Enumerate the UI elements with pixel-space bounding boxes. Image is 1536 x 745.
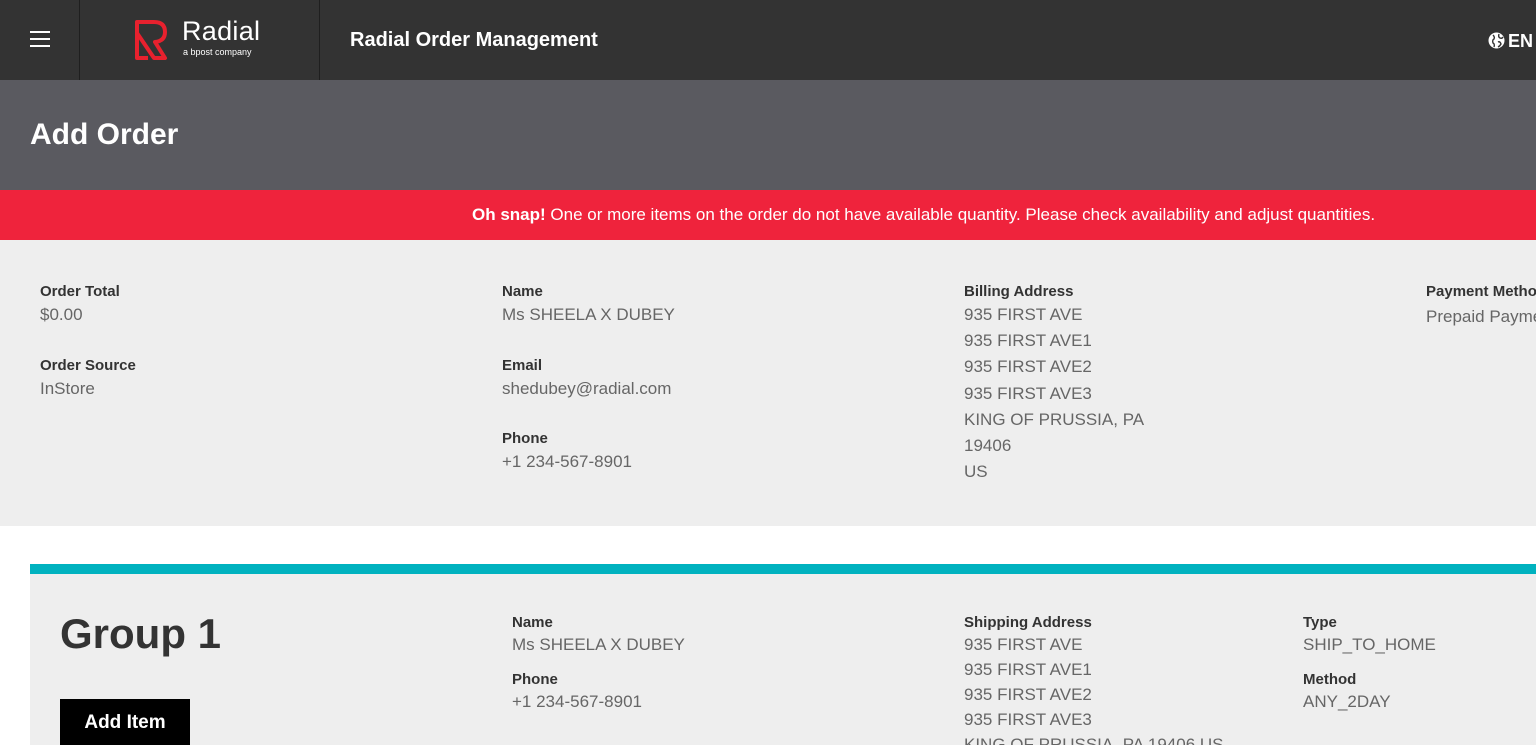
order-source-field: Order Source InStore xyxy=(40,356,136,402)
billing-address-field: Billing Address 935 FIRST AVE 935 FIRST … xyxy=(964,282,1144,485)
billing-address-line: 935 FIRST AVE xyxy=(964,305,1083,324)
order-source-value: InStore xyxy=(40,379,95,398)
shipping-type-label: Type xyxy=(1303,614,1337,631)
group-phone-value: +1 234-567-8901 xyxy=(512,692,642,711)
billing-address-line: KING OF PRUSSIA, PA xyxy=(964,409,1145,429)
page-header: Add Order xyxy=(0,80,1536,190)
group-phone-field: Phone +1 234-567-8901 xyxy=(512,671,642,714)
billing-address-line: 935 FIRST AVE2 xyxy=(964,357,1092,377)
top-navigation-bar: Radial a bpost company Radial Order Mana… xyxy=(0,0,1536,80)
brand-tagline: a bpost company xyxy=(183,47,252,57)
customer-phone-field: Phone +1 234-567-8901 xyxy=(502,429,632,475)
radial-logo-icon xyxy=(135,20,167,60)
payment-method-label: Payment Method xyxy=(1426,283,1536,300)
shipping-address-line: KING OF PRUSSIA, PA 19406 US xyxy=(964,735,1224,745)
shipping-address-line: 935 FIRST AVE1 xyxy=(964,660,1092,679)
menu-icon-bar-bottom xyxy=(30,45,50,47)
customer-name-value: Ms SHEELA X DUBEY xyxy=(502,305,675,324)
shipping-method-value: ANY_2DAY xyxy=(1303,692,1391,711)
customer-email-field: Email shedubey@radial.com xyxy=(502,356,671,402)
shipping-type-field: Type SHIP_TO_HOME xyxy=(1303,614,1436,657)
language-selector[interactable]: EN xyxy=(1488,30,1533,52)
customer-email-value: shedubey@radial.com xyxy=(502,379,672,398)
menu-icon-bar-middle xyxy=(30,38,50,40)
customer-email-label: Email xyxy=(502,357,543,374)
order-total-label: Order Total xyxy=(40,283,120,300)
globe-icon xyxy=(1488,32,1505,49)
customer-name-label: Name xyxy=(502,283,543,300)
shipping-address-label: Shipping Address xyxy=(964,614,1092,631)
order-summary-panel: Order Total $0.00 Order Source InStore N… xyxy=(0,240,1536,526)
group-name-value: Ms SHEELA X DUBEY xyxy=(512,635,685,654)
billing-address-line: 935 FIRST AVE3 xyxy=(964,383,1092,403)
alert-message: One or more items on the order do not ha… xyxy=(550,205,1376,224)
brand-logo[interactable]: Radial a bpost company xyxy=(80,0,320,80)
group-name-label: Name xyxy=(512,614,553,631)
brand-name: Radial xyxy=(182,16,261,46)
order-source-label: Order Source xyxy=(40,357,136,374)
customer-phone-value: +1 234-567-8901 xyxy=(502,452,632,471)
billing-address-line: 19406 xyxy=(964,436,1012,456)
shipping-address-line: 935 FIRST AVE2 xyxy=(964,685,1092,704)
menu-button[interactable] xyxy=(0,0,80,80)
shipping-address-field: Shipping Address 935 FIRST AVE 935 FIRST… xyxy=(964,614,1224,745)
shipping-address-line: 935 FIRST AVE3 xyxy=(964,710,1092,729)
alert-emphasis: Oh snap! xyxy=(472,205,546,224)
shipping-type-value: SHIP_TO_HOME xyxy=(1303,635,1436,654)
group-name-field: Name Ms SHEELA X DUBEY xyxy=(512,614,685,657)
customer-phone-label: Phone xyxy=(502,430,548,447)
group-title: Group 1 xyxy=(60,610,222,657)
page-title: Add Order xyxy=(30,118,179,151)
shipping-method-label: Method xyxy=(1303,671,1357,688)
language-label: EN xyxy=(1508,31,1534,51)
error-alert: Oh snap! One or more items on the order … xyxy=(0,190,1536,240)
payment-method-value: Prepaid Payment xyxy=(1426,307,1536,326)
menu-icon-bar-top xyxy=(30,31,50,33)
order-total-field: Order Total $0.00 xyxy=(40,282,120,328)
alert-text: Oh snap! One or more items on the order … xyxy=(472,190,1375,240)
payment-method-field: Payment Method Prepaid Payment xyxy=(1426,282,1536,330)
shipping-method-field: Method ANY_2DAY xyxy=(1303,671,1391,714)
add-item-button[interactable]: Add Item xyxy=(60,699,190,745)
billing-address-label: Billing Address xyxy=(964,283,1074,300)
customer-name-field: Name Ms SHEELA X DUBEY xyxy=(502,282,675,328)
billing-address-line: 935 FIRST AVE1 xyxy=(964,331,1092,351)
shipping-address-line: 935 FIRST AVE xyxy=(964,635,1083,654)
group-phone-label: Phone xyxy=(512,671,558,688)
billing-address-line: US xyxy=(964,462,988,482)
order-total-value: $0.00 xyxy=(40,305,83,324)
order-group-panel: Group 1 Add Item Name Ms SHEELA X DUBEY … xyxy=(30,564,1536,745)
app-title: Radial Order Management xyxy=(350,29,598,51)
